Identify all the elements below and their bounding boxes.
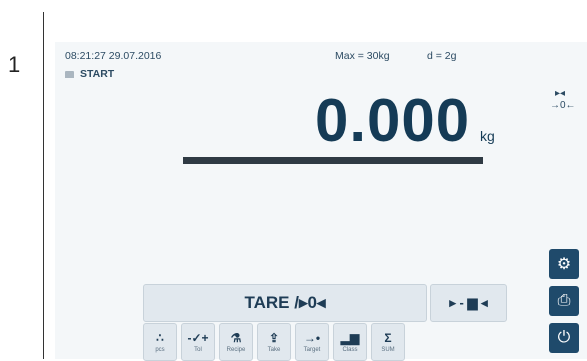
- scale-screen: 08:21:27 29.07.2016 Max = 30kg d = 2g ST…: [55, 42, 587, 361]
- power-icon: ⏻: [557, 329, 571, 346]
- datetime: 08:21:27 29.07.2016: [65, 50, 162, 62]
- tare-button[interactable]: TARE /▸0◂: [143, 284, 427, 322]
- scale-icon: [65, 70, 74, 78]
- print-icon: ⎙: [557, 292, 571, 309]
- recipe-button[interactable]: ⚗ Recipe: [219, 323, 253, 361]
- sum-icon: Σ: [384, 331, 392, 345]
- settings-button[interactable]: ⚙: [549, 249, 579, 279]
- sum-button[interactable]: Σ SUM: [371, 323, 405, 361]
- target-button[interactable]: →• Target: [295, 323, 329, 361]
- mode-label: START: [80, 68, 115, 80]
- step-number: 1: [8, 52, 21, 77]
- target-label: Target: [303, 347, 321, 353]
- pieces-button[interactable]: ∴ pcs: [143, 323, 177, 361]
- take-label: Take: [267, 347, 281, 353]
- take-button[interactable]: ⇪ Take: [257, 323, 291, 361]
- recipe-label: Recipe: [226, 347, 246, 353]
- class-icon: ▂▆: [340, 331, 360, 345]
- recipe-icon: ⚗: [230, 331, 242, 345]
- pieces-label: pcs: [155, 347, 165, 353]
- tolerance-icon: -✓+: [187, 331, 209, 345]
- margin-line: [43, 12, 44, 359]
- gear-icon: ⚙: [556, 256, 572, 273]
- function-bar: ∴ pcs -✓+ Tol ⚗ Recipe ⇪ Take →• Target …: [143, 323, 405, 361]
- division: d = 2g: [427, 50, 457, 62]
- mode-indicator: START: [65, 68, 114, 80]
- target-icon: →•: [303, 331, 321, 345]
- class-button[interactable]: ▂▆ Class: [333, 323, 367, 361]
- tolerance-label: Tol: [194, 347, 202, 353]
- power-button[interactable]: ⏻: [549, 323, 579, 353]
- zero-indicator-icon: →0←: [550, 100, 576, 111]
- print-button[interactable]: ⎙: [549, 286, 579, 316]
- max-capacity: Max = 30kg: [335, 50, 390, 62]
- take-icon: ⇪: [268, 331, 280, 345]
- preset-tare-button[interactable]: ▸ - ▆ ◂: [430, 284, 507, 322]
- pieces-icon: ∴: [156, 331, 164, 345]
- sum-label: SUM: [381, 347, 395, 353]
- tolerance-button[interactable]: -✓+ Tol: [181, 323, 215, 361]
- stability-icon: ▸◂: [555, 88, 566, 99]
- class-label: Class: [342, 347, 358, 353]
- weight-unit: kg: [480, 128, 495, 144]
- weight-value: 0.000: [315, 87, 471, 154]
- capacity-bar: [183, 157, 483, 164]
